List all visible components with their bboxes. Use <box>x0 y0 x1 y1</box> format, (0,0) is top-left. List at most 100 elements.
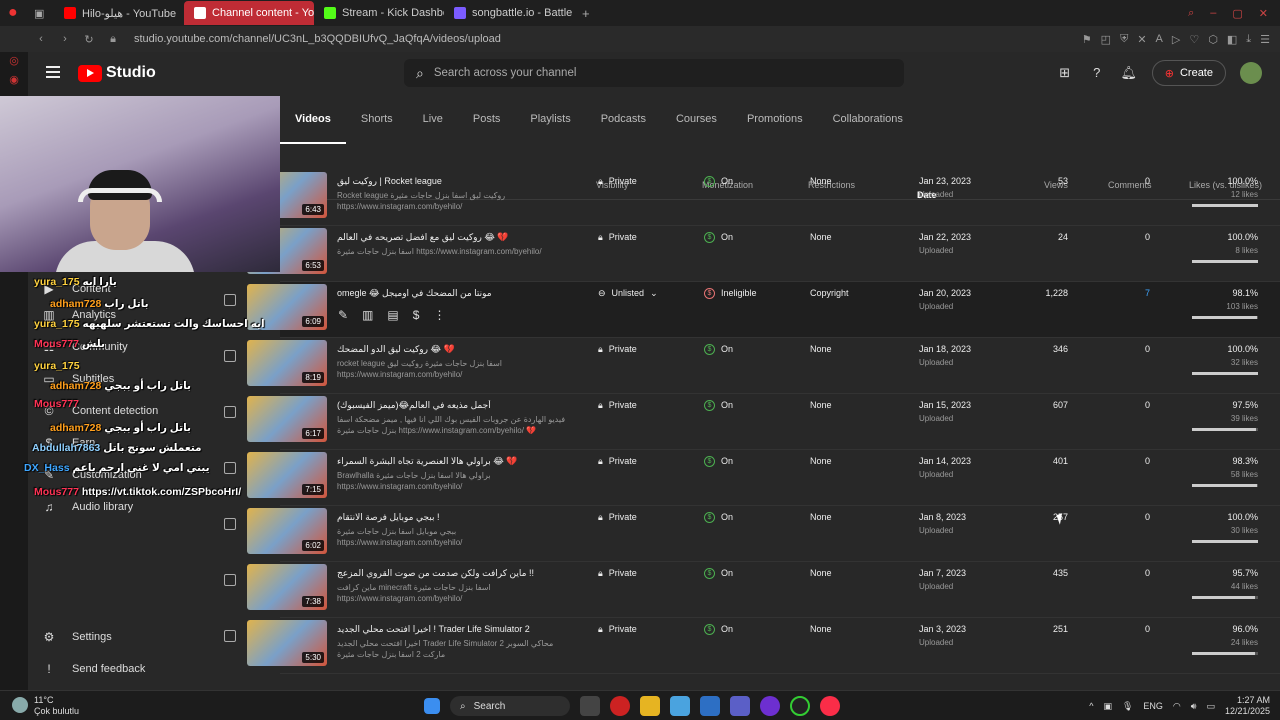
tab-live[interactable]: Live <box>408 94 458 144</box>
sidebar-item-send-feedback[interactable]: ! Send feedback <box>42 662 145 676</box>
tab-posts[interactable]: Posts <box>458 94 516 144</box>
sidebar-item-settings[interactable]: ⚙ Settings <box>42 630 112 644</box>
tab-collaborations[interactable]: Collaborations <box>818 94 918 144</box>
battery-icon[interactable]: ▭ <box>1206 701 1215 712</box>
table-row[interactable]: 6:17 أجمل مذيعه في العالم😂(ميمز الفيسبوك… <box>224 394 1280 450</box>
wifi-icon[interactable]: ◠ <box>1173 701 1181 712</box>
tab-videos[interactable]: Videos <box>280 94 346 144</box>
store-icon[interactable] <box>700 696 720 716</box>
easy-setup-icon[interactable]: ☰ <box>1260 33 1270 46</box>
video-title[interactable]: روكيت ليق الدو المضحك 😂 💔 <box>337 344 557 355</box>
maximize-icon[interactable]: ▢ <box>1232 7 1242 20</box>
table-row[interactable]: 6:09 omegle 😂 مونتا من المضحك في اوميجل … <box>224 282 1280 338</box>
table-row[interactable]: 6:53 روكيت ليق مع افضل تصريحه في العالم … <box>224 226 1280 282</box>
analytics-icon[interactable]: ▥ <box>362 308 373 322</box>
copilot-icon[interactable] <box>670 696 690 716</box>
translate-icon[interactable]: A <box>1156 33 1163 46</box>
search-input[interactable]: ⌕ Search across your channel <box>404 59 904 87</box>
task-view-icon[interactable] <box>580 696 600 716</box>
player-icon[interactable]: ▷ <box>1172 33 1180 46</box>
tab-courses[interactable]: Courses <box>661 94 732 144</box>
monetization-icon[interactable]: $ <box>413 308 420 322</box>
video-title[interactable]: ببجي موبايل فرصة الانتقام ! <box>337 512 557 523</box>
obs-icon[interactable] <box>760 696 780 716</box>
video-title[interactable]: ماين كرافت ولكن صدمت من صوت القروي المزع… <box>337 568 557 579</box>
music-icon[interactable] <box>820 696 840 716</box>
tray-app-icon[interactable]: ▣ <box>1103 701 1112 712</box>
likes-bar-fill <box>1192 428 1257 431</box>
browser-tab-active[interactable]: Channel content - YouTu <box>184 1 314 25</box>
monetization-on-icon: $ <box>704 176 715 187</box>
more-options-icon[interactable]: ⋮ <box>433 308 445 322</box>
extension-icon[interactable]: ✕ <box>1137 33 1146 46</box>
comments-icon[interactable]: ▤ <box>387 308 398 322</box>
minimize-icon[interactable]: – <box>1210 7 1216 20</box>
workspaces-icon[interactable]: ▣ <box>34 7 54 20</box>
wallet-icon[interactable]: ◧ <box>1227 33 1237 46</box>
table-row[interactable]: 6:02 ببجي موبايل فرصة الانتقام ! ببجي مو… <box>224 506 1280 562</box>
language-indicator[interactable]: ENG <box>1143 701 1163 711</box>
extensions-icon[interactable]: ⬡ <box>1208 33 1218 46</box>
close-icon[interactable]: ✕ <box>1259 7 1268 20</box>
browser-tab[interactable]: Hilo-هيلو - YouTube <box>54 1 184 25</box>
chrome-icon[interactable] <box>790 696 810 716</box>
url-field[interactable]: studio.youtube.com/channel/UC3nL_b3QQDBI… <box>134 33 501 45</box>
video-title[interactable]: omegle 😂 مونتا من المضحك في اوميجل <box>337 288 557 299</box>
account-avatar[interactable] <box>1240 62 1262 84</box>
opera-logo-icon[interactable]: ● <box>0 4 34 22</box>
video-thumbnail[interactable]: 7:38 <box>247 564 327 610</box>
video-title[interactable]: روكيت ليق | Rocket league <box>337 176 557 187</box>
details-pencil-icon[interactable]: ✎ <box>338 308 348 322</box>
reload-icon[interactable]: ↻ <box>80 33 98 46</box>
video-thumbnail[interactable]: 5:30 <box>247 620 327 666</box>
messenger-icon[interactable]: ◎ <box>0 54 28 67</box>
snapshot-icon[interactable]: ◰ <box>1101 33 1111 46</box>
taskbar-search[interactable]: ⌕ Search <box>450 696 570 716</box>
table-row[interactable]: 5:30 اخيرا افتحت محلي الجديد ! Trader Li… <box>224 618 1280 674</box>
tab-promotions[interactable]: Promotions <box>732 94 818 144</box>
forward-icon[interactable]: › <box>56 33 74 45</box>
table-row[interactable]: 8:19 روكيت ليق الدو المضحك 😂 💔 rocket le… <box>224 338 1280 394</box>
studio-logo[interactable]: Studio <box>78 64 156 82</box>
visibility-cell[interactable]: ⊖ Unlisted ⌄ <box>598 288 658 299</box>
table-row[interactable]: 6:43 روكيت ليق | Rocket league Rocket le… <box>224 170 1280 226</box>
download-icon[interactable]: ⤓ <box>1246 33 1251 46</box>
notifications-icon[interactable]: 🔔︎ <box>1120 64 1138 82</box>
create-button[interactable]: ⊕ Create <box>1151 60 1226 86</box>
microphone-icon[interactable]: 🎙︎ <box>1122 701 1133 712</box>
help-icon[interactable]: ? <box>1088 64 1106 82</box>
upload-videos-icon[interactable]: ⊞ <box>1056 64 1074 82</box>
video-title[interactable]: اخيرا افتحت محلي الجديد ! Trader Life Si… <box>337 624 557 635</box>
back-icon[interactable]: ‹ <box>32 33 50 45</box>
bookmark-icon[interactable]: ⚑ <box>1082 33 1092 46</box>
weather-widget[interactable]: 11°C Çok bulutlu <box>34 695 79 717</box>
heart-icon[interactable]: ♡ <box>1189 33 1199 46</box>
video-title[interactable]: روكيت ليق مع افضل تصريحه في العالم 😂 💔 <box>337 232 557 243</box>
search-tabs-icon[interactable]: ⌕ <box>1188 7 1194 20</box>
browser-tab[interactable]: songbattle.io - Battle Song <box>444 1 574 25</box>
tab-podcasts[interactable]: Podcasts <box>586 94 661 144</box>
file-explorer-icon[interactable] <box>640 696 660 716</box>
row-checkbox[interactable] <box>224 630 236 642</box>
browser-tab[interactable]: Stream - Kick Dashboard <box>314 1 444 25</box>
row-checkbox[interactable] <box>224 518 236 530</box>
menu-icon[interactable] <box>46 66 60 78</box>
vpn-icon[interactable]: ⛨ <box>1120 33 1128 46</box>
tray-chevron-icon[interactable]: ^ <box>1089 701 1093 711</box>
video-title[interactable]: أجمل مذيعه في العالم😂(ميمز الفيسبوك) <box>337 400 557 411</box>
table-row[interactable]: 7:15 براولي هالا العنصرية تجاه البشرة ال… <box>224 450 1280 506</box>
chevron-down-icon[interactable]: ⌄ <box>650 288 658 299</box>
comments-cell[interactable]: 7 <box>1136 288 1150 298</box>
aria-icon[interactable]: ◉ <box>0 73 28 86</box>
start-icon[interactable] <box>424 698 440 714</box>
tab-shorts[interactable]: Shorts <box>346 94 408 144</box>
tab-playlists[interactable]: Playlists <box>515 94 585 144</box>
new-tab-icon[interactable]: + <box>582 6 590 21</box>
clock[interactable]: 1:27 AM 12/21/2025 <box>1225 695 1270 717</box>
video-title[interactable]: براولي هالا العنصرية تجاه البشرة السمراء… <box>337 456 557 467</box>
volume-icon[interactable]: 🔊︎ <box>1191 701 1197 712</box>
teams-icon[interactable] <box>730 696 750 716</box>
opera-taskbar-icon[interactable] <box>610 696 630 716</box>
table-row[interactable]: 7:38 ماين كرافت ولكن صدمت من صوت القروي … <box>224 562 1280 618</box>
row-checkbox[interactable] <box>224 574 236 586</box>
